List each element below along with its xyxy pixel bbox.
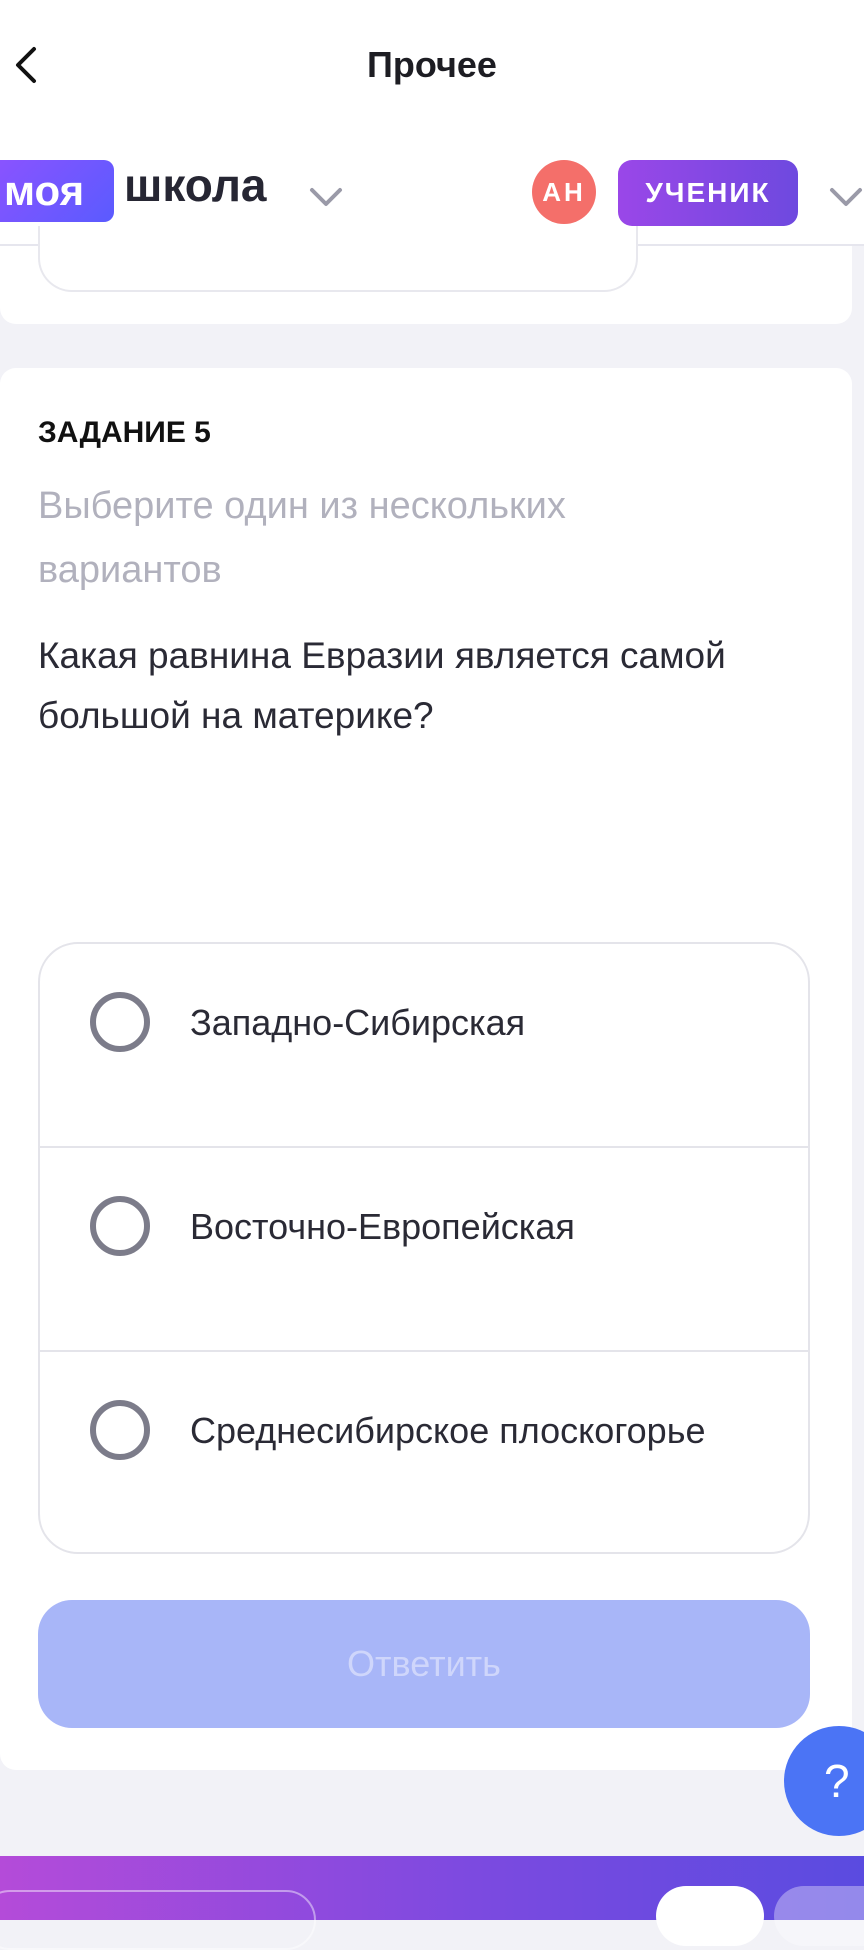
answer-option[interactable]: Восточно-Европейская bbox=[40, 1148, 808, 1352]
answer-options: Западно-Сибирская Восточно-Европейская С… bbox=[38, 942, 810, 1554]
top-bar: Прочее bbox=[0, 0, 864, 136]
previous-answer-field bbox=[38, 226, 638, 292]
option-label: Западно-Сибирская bbox=[190, 1002, 526, 1043]
logo-badge[interactable]: моя bbox=[0, 160, 114, 222]
chevron-down-icon[interactable] bbox=[826, 176, 864, 216]
radio-button[interactable] bbox=[90, 1196, 150, 1256]
radio-button[interactable] bbox=[90, 992, 150, 1052]
chevron-down-icon[interactable] bbox=[306, 176, 346, 216]
bottom-pill-button[interactable] bbox=[0, 1890, 316, 1950]
task-hint: Выберите один из нескольких вариантов bbox=[38, 485, 566, 591]
bottom-secondary-button[interactable] bbox=[774, 1886, 864, 1946]
page-title: Прочее bbox=[367, 44, 497, 85]
question-mark-icon: ? bbox=[824, 1755, 850, 1807]
previous-task-card bbox=[0, 226, 852, 324]
task-question: Какая равнина Евразии является самой бол… bbox=[38, 635, 726, 736]
bottom-primary-button[interactable] bbox=[656, 1886, 764, 1946]
answer-option[interactable]: Среднесибирское плоскогорье bbox=[40, 1352, 808, 1552]
submit-answer-button[interactable]: Ответить bbox=[38, 1600, 810, 1728]
task-card: ЗАДАНИЕ 5 Выберите один из нескольких ва… bbox=[0, 368, 852, 1770]
task-label: ЗАДАНИЕ 5 bbox=[38, 416, 211, 449]
answer-option[interactable]: Западно-Сибирская bbox=[40, 944, 808, 1148]
bottom-bar bbox=[0, 1856, 864, 1950]
option-label: Среднесибирское плоскогорье bbox=[190, 1410, 706, 1451]
logo-text[interactable]: школа bbox=[124, 158, 267, 212]
option-label: Восточно-Европейская bbox=[190, 1206, 575, 1247]
radio-button[interactable] bbox=[90, 1400, 150, 1460]
role-badge[interactable]: УЧЕНИК bbox=[618, 160, 798, 226]
avatar[interactable]: АН bbox=[532, 160, 596, 224]
